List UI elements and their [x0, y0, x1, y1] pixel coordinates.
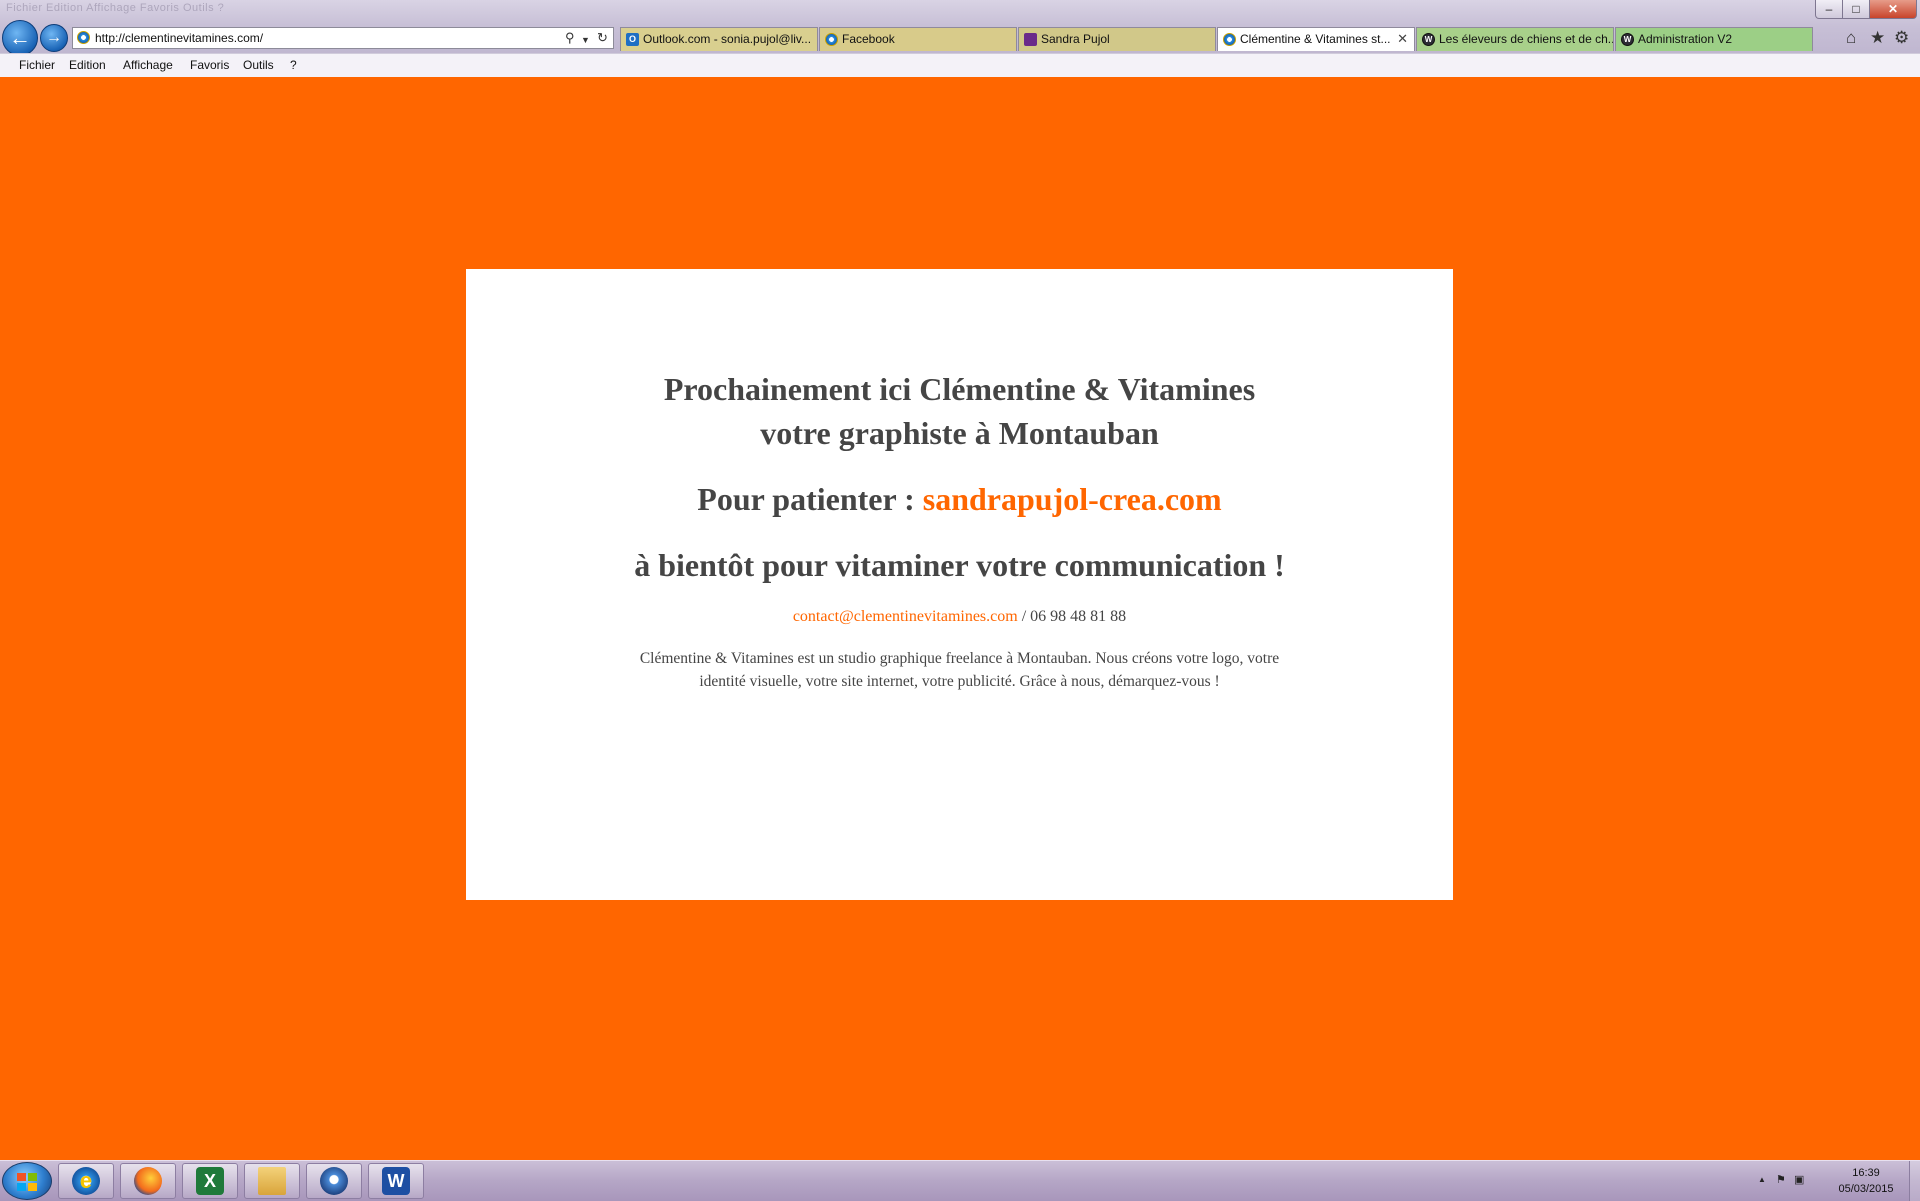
card-content: Prochainement ici Clémentine & Vitamines…	[466, 367, 1453, 693]
content-card: Prochainement ici Clémentine & Vitamines…	[466, 269, 1453, 900]
home-icon[interactable]: ⌂	[1846, 28, 1856, 48]
taskbar-windows-explorer[interactable]	[244, 1163, 300, 1199]
system-tray: ▲ ⚑ ▣ 16:39 05/03/2015	[1750, 1161, 1920, 1201]
ie-page-icon	[77, 31, 90, 44]
tab-label: Outlook.com - sonia.pujol@liv...	[643, 32, 812, 46]
arrow-right-icon: →	[46, 29, 62, 46]
tab-facebook[interactable]: Facebook	[819, 27, 1017, 51]
contact-email-link[interactable]: contact@clementinevitamines.com	[793, 608, 1018, 625]
wordpress-icon: W	[1621, 33, 1634, 46]
folder-icon	[258, 1167, 286, 1195]
refresh-icon[interactable]: ↻	[597, 30, 608, 46]
tab-eleveurs[interactable]: W Les éleveurs de chiens et de ch...	[1416, 27, 1614, 51]
menu-edition[interactable]: Edition	[69, 58, 106, 72]
clock-time[interactable]: 16:39	[1826, 1167, 1906, 1179]
browser-chrome: Fichier Edition Affichage Favoris Outils…	[0, 0, 1920, 77]
tab-administration[interactable]: W Administration V2	[1615, 27, 1813, 51]
show-desktop-button[interactable]	[1909, 1161, 1920, 1201]
tab-outlook[interactable]: O Outlook.com - sonia.pujol@liv...	[620, 27, 818, 51]
gear-icon[interactable]: ⚙	[1894, 28, 1909, 48]
tab-label: Sandra Pujol	[1041, 32, 1110, 46]
tab-sandra-pujol[interactable]: Sandra Pujol	[1018, 27, 1216, 51]
network-icon[interactable]: ▣	[1794, 1173, 1804, 1186]
taskbar-excel[interactable]: X	[182, 1163, 238, 1199]
taskbar-thunderbird[interactable]	[306, 1163, 362, 1199]
menu-help[interactable]: ?	[290, 58, 297, 72]
action-center-flag-icon[interactable]: ⚑	[1776, 1173, 1786, 1186]
back-button[interactable]: ←	[2, 20, 38, 56]
patienter-label: Pour patienter :	[697, 481, 923, 517]
taskbar-word[interactable]: W	[368, 1163, 424, 1199]
maximize-button[interactable]: □	[1842, 0, 1870, 19]
contact-phone: 06 98 48 81 88	[1030, 608, 1127, 625]
tab-label: Facebook	[842, 32, 895, 46]
word-icon: W	[382, 1167, 410, 1195]
windows-logo-icon	[17, 1173, 37, 1191]
taskbar: e X W ▲ ⚑ ▣ 16:39 05/03/2015	[0, 1160, 1920, 1201]
excel-icon: X	[196, 1167, 224, 1195]
menu-bar: Fichier Edition Affichage Favoris Outils…	[0, 53, 1920, 77]
menu-outils[interactable]: Outils	[243, 58, 274, 72]
chevron-up-icon[interactable]: ▲	[1758, 1175, 1766, 1184]
address-input[interactable]	[95, 29, 515, 47]
title-line-1: Prochainement ici Clémentine & Vitamines	[663, 371, 1256, 407]
page-title: Prochainement ici Clémentine & Vitamines…	[466, 367, 1453, 455]
outlook-icon: O	[626, 33, 639, 46]
tab-clementine-vitamines[interactable]: Clémentine & Vitamines st... ✕	[1217, 27, 1415, 51]
bientot-line: à bientôt pour vitaminer votre communica…	[634, 547, 1285, 583]
sandrapujol-link[interactable]: sandrapujol-crea.com	[923, 481, 1222, 517]
ie-page-icon	[825, 33, 838, 46]
clock-date[interactable]: 05/03/2015	[1826, 1183, 1906, 1195]
start-button[interactable]	[2, 1162, 52, 1200]
tab-label: Les éleveurs de chiens et de ch...	[1439, 32, 1614, 46]
menu-favoris[interactable]: Favoris	[190, 58, 229, 72]
tab-label: Clémentine & Vitamines st...	[1240, 32, 1391, 46]
title-line-2: votre graphiste à Montauban	[760, 415, 1159, 451]
close-icon[interactable]: ✕	[1397, 31, 1408, 47]
minimize-button[interactable]: –	[1815, 0, 1843, 19]
firefox-icon	[134, 1167, 162, 1195]
star-icon[interactable]: ★	[1870, 28, 1885, 48]
wordpress-icon: W	[1422, 33, 1435, 46]
patienter-line: Pour patienter : sandrapujol-crea.com	[466, 477, 1453, 521]
ie-page-icon	[1223, 33, 1236, 46]
site-icon	[1024, 33, 1037, 46]
search-icon[interactable]: ⚲	[565, 30, 575, 46]
taskbar-firefox[interactable]	[120, 1163, 176, 1199]
forward-button[interactable]: →	[40, 24, 68, 52]
arrow-left-icon: ←	[9, 25, 31, 50]
internet-explorer-icon: e	[72, 1167, 100, 1195]
contact-separator: /	[1017, 608, 1031, 625]
menu-fichier[interactable]: Fichier	[19, 58, 55, 72]
contact-line: contact@clementinevitamines.com / 06 98 …	[466, 607, 1453, 627]
chevron-down-icon[interactable]: ▼	[581, 32, 590, 48]
taskbar-internet-explorer[interactable]: e	[58, 1163, 114, 1199]
address-bar[interactable]: ⚲ ▼ ↻	[72, 27, 614, 49]
close-window-button[interactable]: ✕	[1869, 0, 1917, 19]
tab-label: Administration V2	[1638, 32, 1733, 46]
ghost-menu-bar: Fichier Edition Affichage Favoris Outils…	[6, 2, 225, 14]
thunderbird-icon	[320, 1167, 348, 1195]
description-text: Clémentine & Vitamines est un studio gra…	[639, 650, 1280, 690]
menu-affichage[interactable]: Affichage	[123, 58, 173, 72]
